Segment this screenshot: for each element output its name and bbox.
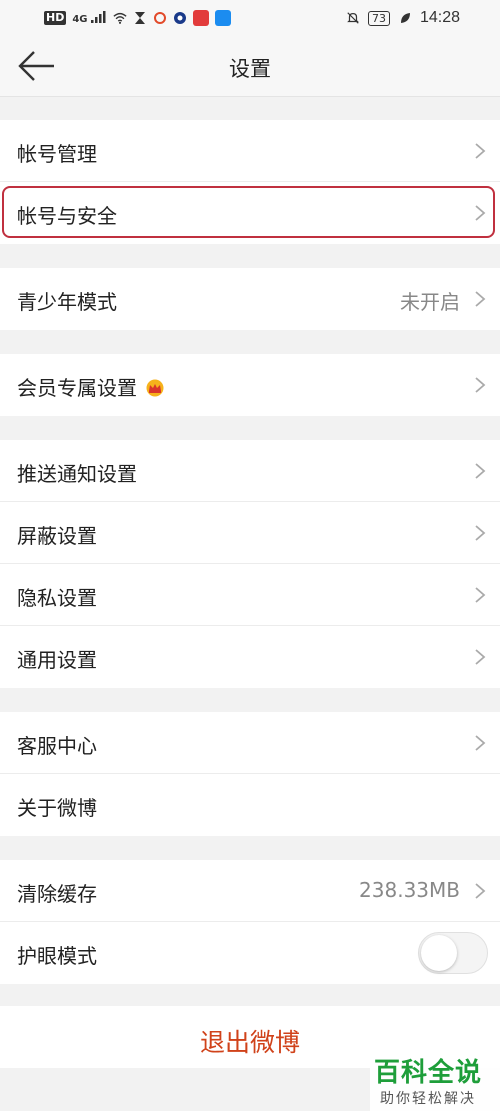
row-label: 会员专属设置 <box>17 372 165 401</box>
vip-settings-row[interactable]: 会员专属设置 <box>0 354 500 416</box>
hourglass-icon <box>135 12 145 24</box>
chevron-right-icon <box>475 525 486 541</box>
chevron-right-icon <box>475 649 486 665</box>
chevron-right-icon <box>475 291 486 307</box>
chevron-right-icon <box>475 205 486 221</box>
app-notification-icon <box>154 12 166 24</box>
youth-mode-status: 未开启 <box>400 290 460 314</box>
settings-group: 推送通知设置 屏蔽设置 隐私设置 通用设置 <box>0 440 500 688</box>
account-management-row[interactable]: 帐号管理 <box>0 120 500 182</box>
toggle-knob <box>421 935 457 971</box>
storage-group: 清除缓存 238.33MB 护眼模式 <box>0 860 500 984</box>
status-bar: HD 4G 73 14:28 <box>0 0 500 36</box>
row-label: 推送通知设置 <box>17 462 137 486</box>
row-label: 护眼模式 <box>17 944 97 968</box>
vip-settings-label: 会员专属设置 <box>17 376 137 400</box>
navigation-bar: 设置 <box>0 36 500 97</box>
watermark: 百科全说 助你轻松解决 <box>370 1050 500 1111</box>
status-bar-right: 73 14:28 <box>346 8 460 28</box>
row-label: 关于微博 <box>17 796 97 820</box>
signal-icon: 4G <box>72 11 107 25</box>
alipay-icon <box>215 10 231 26</box>
leaf-icon <box>400 13 410 23</box>
chevron-right-icon <box>475 377 486 393</box>
cache-size: 238.33MB <box>359 878 460 902</box>
account-security-row[interactable]: 帐号与安全 <box>0 182 500 244</box>
chevron-right-icon <box>475 883 486 899</box>
support-group: 客服中心 关于微博 <box>0 712 500 836</box>
youth-mode-row[interactable]: 青少年模式 未开启 <box>0 268 500 330</box>
row-label: 帐号管理 <box>17 142 97 166</box>
logout-label: 退出微博 <box>199 1028 300 1057</box>
network-type-label: 4G <box>72 14 88 25</box>
clear-cache-row[interactable]: 清除缓存 238.33MB <box>0 860 500 922</box>
row-label: 青少年模式 <box>17 290 117 314</box>
hd-badge: HD <box>44 11 67 25</box>
youth-mode-group: 青少年模式 未开启 <box>0 268 500 330</box>
red-app-icon <box>193 10 209 26</box>
block-settings-row[interactable]: 屏蔽设置 <box>0 502 500 564</box>
about-weibo-row[interactable]: 关于微博 <box>0 774 500 836</box>
clock: 14:28 <box>419 9 460 26</box>
chevron-right-icon <box>475 143 486 159</box>
battery-level: 73 <box>371 11 386 25</box>
customer-service-row[interactable]: 客服中心 <box>0 712 500 774</box>
wifi-icon <box>113 12 127 24</box>
row-label: 帐号与安全 <box>17 204 117 228</box>
general-settings-row[interactable]: 通用设置 <box>0 626 500 688</box>
row-label: 客服中心 <box>17 734 97 758</box>
status-bar-left: HD 4G <box>44 8 231 28</box>
battery-icon: 73 <box>367 10 390 26</box>
row-label: 通用设置 <box>17 648 97 672</box>
eye-care-toggle[interactable] <box>418 932 488 974</box>
watermark-title: 百科全说 <box>374 1058 483 1088</box>
watermark-subtitle: 助你轻松解决 <box>380 1091 476 1107</box>
vip-group: 会员专属设置 <box>0 354 500 416</box>
row-label: 清除缓存 <box>17 882 97 906</box>
page-title: 设置 <box>229 57 271 81</box>
account-group: 帐号管理 帐号与安全 <box>0 120 500 244</box>
privacy-settings-row[interactable]: 隐私设置 <box>0 564 500 626</box>
crown-icon <box>146 379 164 397</box>
row-label: 隐私设置 <box>17 586 97 610</box>
circle-app-icon <box>174 12 186 24</box>
chevron-right-icon <box>475 463 486 479</box>
chevron-right-icon <box>475 587 486 603</box>
bell-muted-icon <box>347 12 359 24</box>
row-label: 屏蔽设置 <box>17 524 97 548</box>
eye-care-mode-row: 护眼模式 <box>0 922 500 984</box>
push-notification-settings-row[interactable]: 推送通知设置 <box>0 440 500 502</box>
chevron-right-icon <box>475 735 486 751</box>
